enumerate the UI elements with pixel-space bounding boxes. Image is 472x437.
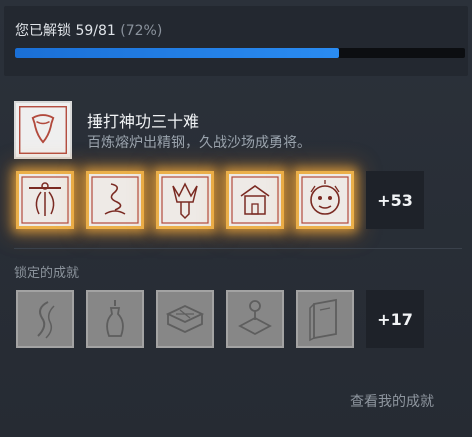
progress-percent: (72%) (120, 23, 163, 39)
smoke-swirl-icon[interactable] (86, 171, 144, 229)
shrine-icon[interactable] (226, 171, 284, 229)
sage-figure-icon[interactable] (16, 171, 74, 229)
progress-fill (15, 48, 339, 58)
brazier-icon[interactable] (156, 290, 214, 348)
featured-title: 捶打神功三十难 (87, 112, 200, 131)
progress-label: 您已解锁 59/81 (72%) (15, 20, 162, 40)
unlocked-count: 您已解锁 59/81 (15, 23, 116, 39)
more-locked-button[interactable]: +17 (366, 290, 424, 348)
achievements-panel: 您已解锁 59/81 (72%) 捶打神功三十难 百炼熔炉出精钢，久战沙场成勇将… (0, 0, 472, 437)
monkey-king-icon[interactable] (296, 171, 354, 229)
more-unlocked-button[interactable]: +53 (366, 171, 424, 229)
locked-section-title: 锁定的成就 (14, 266, 80, 281)
wave-icon[interactable] (16, 290, 74, 348)
featured-description: 百炼熔炉出精钢，久战沙场成勇将。 (87, 135, 311, 151)
section-divider (14, 248, 462, 249)
progress-bar (15, 48, 465, 58)
armor-plaque-icon[interactable] (14, 101, 72, 159)
box-icon[interactable] (296, 290, 354, 348)
tree-spirit-icon[interactable] (156, 171, 214, 229)
vase-icon[interactable] (86, 290, 144, 348)
progress-section: 您已解锁 59/81 (72%) (4, 6, 468, 76)
altar-icon[interactable] (226, 290, 284, 348)
view-my-achievements-link[interactable]: 查看我的成就 (350, 391, 434, 411)
